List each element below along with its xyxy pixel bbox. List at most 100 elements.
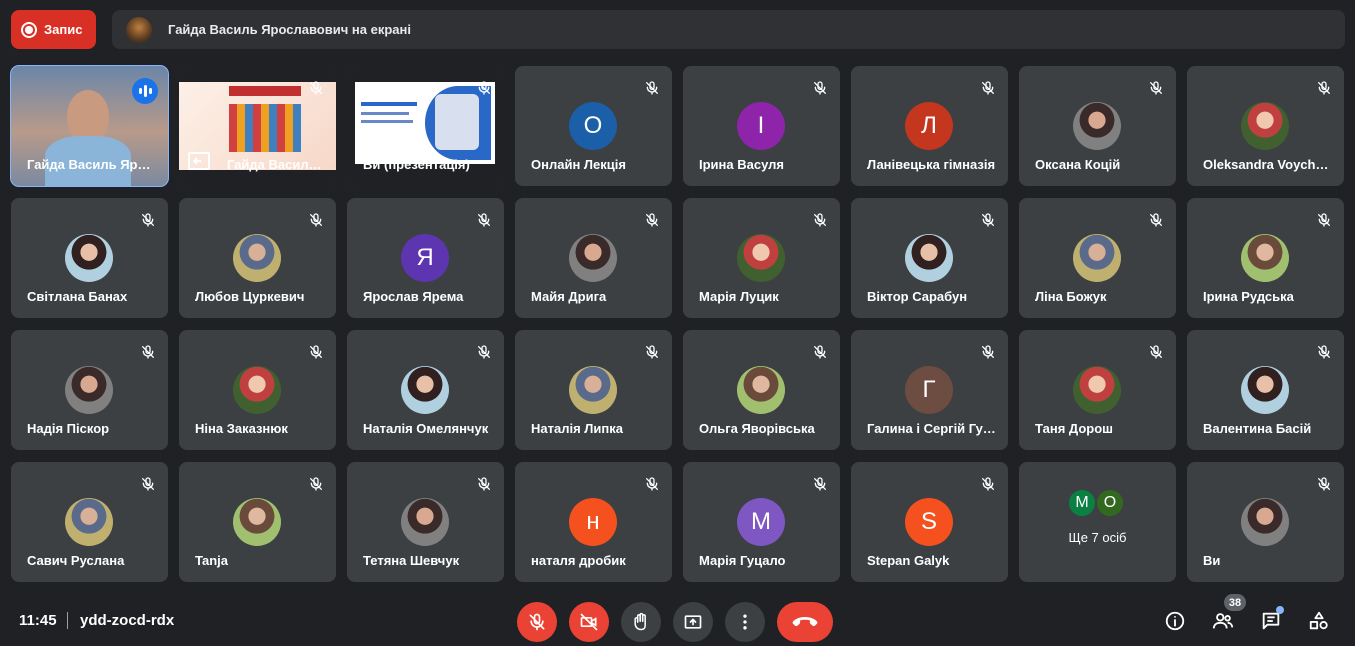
divider <box>67 612 68 629</box>
participant-tile[interactable]: Наталія Липка <box>515 330 672 450</box>
info-icon <box>1165 611 1185 631</box>
participant-name: Надія Піскор <box>27 421 110 436</box>
participant-tile[interactable]: Наталія Омелянчук <box>347 330 504 450</box>
participant-tile[interactable]: О Онлайн Лекція <box>515 66 672 186</box>
participant-name: Ланівецька гімназія <box>867 157 996 172</box>
mic-off-icon <box>140 476 156 492</box>
mic-off-icon <box>308 344 324 360</box>
mic-off-icon <box>308 212 324 228</box>
mic-off-icon <box>476 476 492 492</box>
leave-call-button[interactable] <box>777 602 833 642</box>
participant-tile[interactable]: н наталя дробик <box>515 462 672 582</box>
more-participants-label: Ще 7 осіб <box>1068 530 1127 545</box>
camera-off-icon <box>580 613 598 631</box>
participant-name: Галина і Сергій Гуменюки <box>867 421 998 436</box>
participant-name: Савич Руслана <box>27 553 125 568</box>
participant-tile[interactable]: Ніна Заказнюк <box>179 330 336 450</box>
mic-off-icon <box>476 212 492 228</box>
mic-off-icon <box>1316 476 1332 492</box>
participant-tile[interactable]: Л Ланівецька гімназія <box>851 66 1008 186</box>
participant-tile[interactable]: Я Ярослав Ярема <box>347 198 504 318</box>
participant-tile[interactable]: Ви (презентація) <box>347 66 504 186</box>
participant-name: Stepan Galyk <box>867 553 950 568</box>
avatar <box>401 366 449 414</box>
participant-name: Oleksandra Voychyshyn <box>1203 157 1334 172</box>
participant-name: Онлайн Лекція <box>531 157 626 172</box>
participant-name: наталя дробик <box>531 553 626 568</box>
participant-tile[interactable]: Гайда Василь Ярославович <box>10 65 169 187</box>
participant-tile[interactable]: Tanja <box>179 462 336 582</box>
avatar: н <box>569 498 617 546</box>
participant-tile[interactable]: Валентина Басій <box>1187 330 1344 450</box>
participant-tile[interactable]: Надія Піскор <box>11 330 168 450</box>
participant-tile[interactable]: Савич Руслана <box>11 462 168 582</box>
participant-tile[interactable]: Майя Дрига <box>515 198 672 318</box>
participant-tile[interactable]: Ліна Божук <box>1019 198 1176 318</box>
raise-hand-button[interactable] <box>621 602 661 642</box>
recording-button[interactable]: Запис <box>11 10 96 49</box>
present-screen-button[interactable] <box>673 602 713 642</box>
participant-tile[interactable]: Гайда Василь Ярославович <box>179 66 336 186</box>
avatar <box>1241 498 1289 546</box>
avatar <box>1073 102 1121 150</box>
mic-off-icon <box>1316 212 1332 228</box>
mic-off-icon <box>140 212 156 228</box>
hand-icon <box>634 612 646 631</box>
participant-grid: Гайда Василь Ярославович Гайда Василь Яро… <box>10 65 1345 582</box>
mic-off-icon <box>644 344 660 360</box>
participant-tile[interactable]: Тетяна Шевчук <box>347 462 504 582</box>
camera-toggle-button[interactable] <box>569 602 609 642</box>
more-options-button[interactable] <box>725 602 765 642</box>
mic-off-icon <box>140 344 156 360</box>
participant-name: Майя Дрига <box>531 289 607 304</box>
mic-off-icon <box>644 476 660 492</box>
participant-tile[interactable]: Ви <box>1187 462 1344 582</box>
participant-tile[interactable]: Любов Цуркевич <box>179 198 336 318</box>
presenting-icon <box>187 151 211 176</box>
participant-tile[interactable]: М О Ще 7 осіб <box>1019 462 1176 582</box>
avatar: Л <box>905 102 953 150</box>
bottom-bar: 11:45 ydd-zocd-rdx 38 <box>0 594 1355 646</box>
participant-name: Ярослав Ярема <box>363 289 464 304</box>
recording-label: Запис <box>44 22 83 37</box>
avatar <box>65 234 113 282</box>
mic-off-icon <box>529 613 545 631</box>
avatar <box>737 366 785 414</box>
participant-tile[interactable]: Таня Дорош <box>1019 330 1176 450</box>
participant-tile[interactable]: Світлана Банах <box>11 198 168 318</box>
mic-off-icon <box>1316 80 1332 96</box>
participant-tile[interactable]: Г Галина і Сергій Гуменюки <box>851 330 1008 450</box>
mic-off-icon <box>644 80 660 96</box>
activities-button[interactable] <box>1304 606 1334 636</box>
participant-name: Ірина Рудська <box>1203 289 1294 304</box>
participant-tile[interactable]: S Stepan Galyk <box>851 462 1008 582</box>
participant-tile[interactable]: Ірина Рудська <box>1187 198 1344 318</box>
avatar <box>1073 366 1121 414</box>
avatar <box>737 234 785 282</box>
participant-name: Таня Дорош <box>1035 421 1113 436</box>
participant-tile[interactable]: І Ірина Васуля <box>683 66 840 186</box>
mic-off-icon <box>812 212 828 228</box>
mic-off-icon <box>1316 344 1332 360</box>
mic-off-icon <box>1148 212 1164 228</box>
participant-tile[interactable]: Ольга Яворівська <box>683 330 840 450</box>
participant-tile[interactable]: М Марія Гуцало <box>683 462 840 582</box>
participant-tile[interactable]: Oleksandra Voychyshyn <box>1187 66 1344 186</box>
avatar: М <box>1067 488 1097 518</box>
meeting-info-button[interactable] <box>1160 606 1190 636</box>
microphone-toggle-button[interactable] <box>517 602 557 642</box>
participant-tile[interactable]: Віктор Сарабун <box>851 198 1008 318</box>
participant-name: Гайда Василь Ярославович <box>227 157 326 172</box>
participant-name: Валентина Басій <box>1203 421 1312 436</box>
participant-tile[interactable]: Оксана Коцій <box>1019 66 1176 186</box>
participant-name: Світлана Банах <box>27 289 128 304</box>
avatar <box>1241 366 1289 414</box>
presenting-text: Гайда Василь Ярославович на екрані <box>168 22 411 37</box>
participant-name: Tanja <box>195 553 228 568</box>
avatar <box>65 498 113 546</box>
participant-name: Ви (презентація) <box>363 157 470 172</box>
avatar <box>1241 234 1289 282</box>
participant-tile[interactable]: Марія Луцик <box>683 198 840 318</box>
mic-off-icon <box>476 344 492 360</box>
avatar <box>569 234 617 282</box>
